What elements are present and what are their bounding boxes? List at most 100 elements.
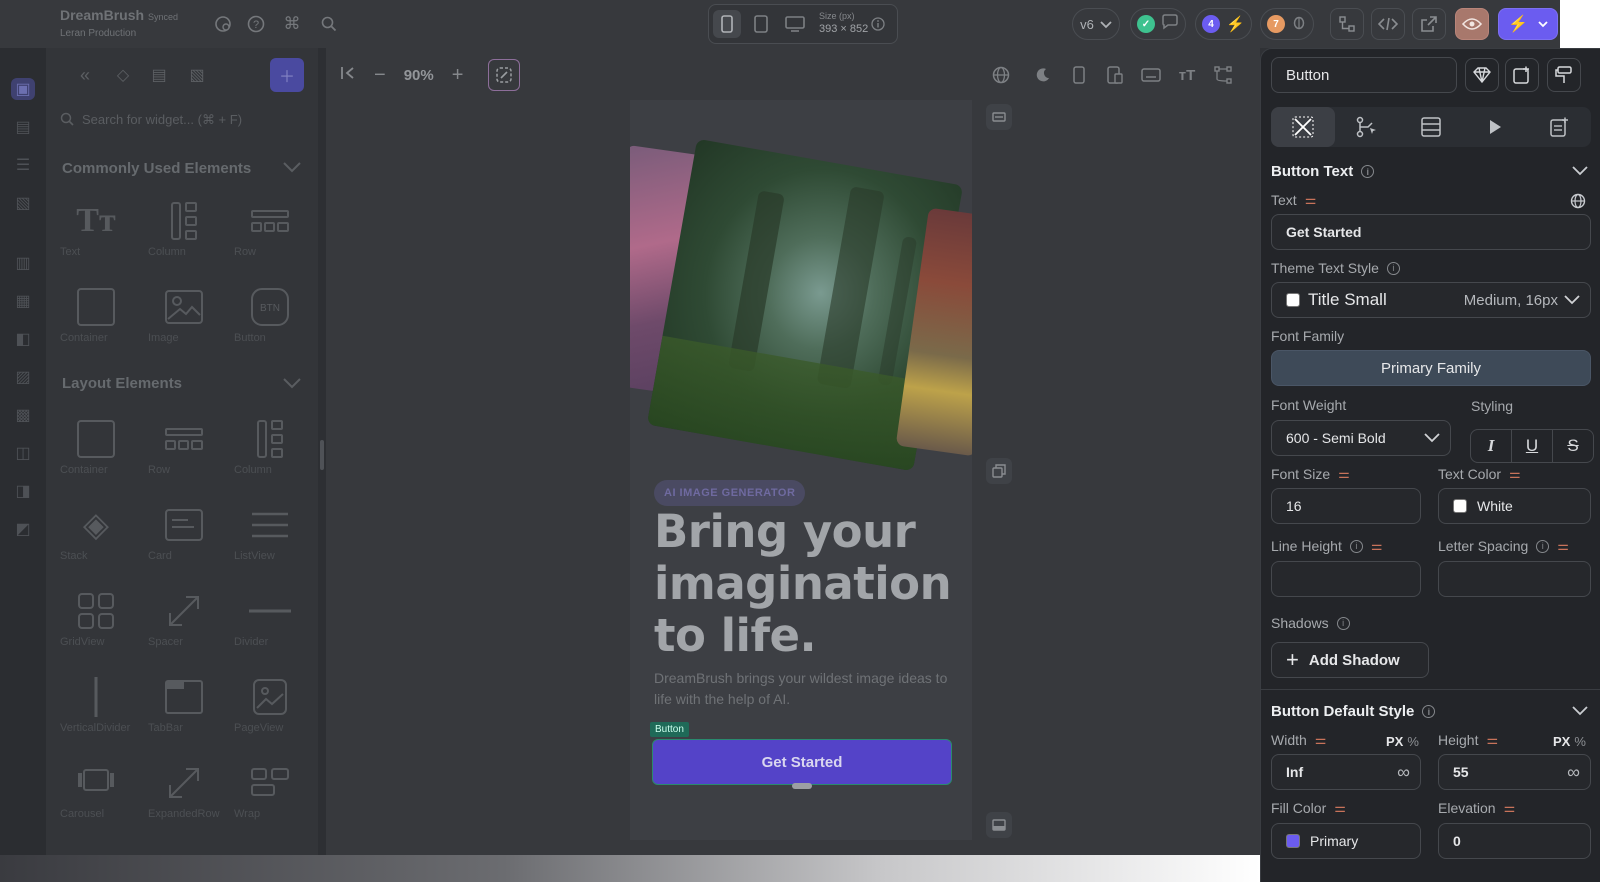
text-color-picker[interactable]: White	[1438, 488, 1591, 524]
components-gem-icon[interactable]: ◇	[110, 62, 136, 88]
add-page-icon[interactable]: ▤	[146, 62, 172, 88]
marketplace-icon[interactable]: ◩	[11, 518, 35, 540]
text-scale-icon[interactable]: тT	[1176, 64, 1198, 86]
widget-name-field[interactable]: Button	[1271, 57, 1457, 93]
agent-pill[interactable]: 4 ⚡	[1195, 8, 1252, 40]
backend-query-tab-icon[interactable]	[1399, 107, 1463, 147]
widget-row[interactable]: Row	[148, 416, 220, 476]
zoom-level[interactable]: 90%	[404, 67, 434, 84]
info-icon[interactable]: i	[1386, 261, 1400, 275]
library-icon[interactable]: ▩	[11, 404, 35, 426]
widget-tabbar[interactable]: TabBar	[148, 674, 220, 734]
project-brand[interactable]: DreamBrush Synced Leran Production	[60, 7, 178, 39]
appbar-toggle-icon[interactable]	[986, 104, 1012, 130]
documentation-tab-icon[interactable]	[1527, 107, 1591, 147]
widget-row[interactable]: Row	[234, 198, 306, 258]
add-widget-icon[interactable]	[1505, 58, 1539, 92]
tablet-device-icon[interactable]	[747, 10, 775, 38]
globe-icon[interactable]	[990, 64, 1012, 86]
collapse-left-icon[interactable]	[340, 66, 356, 85]
zoom-in-icon[interactable]: +	[452, 64, 464, 87]
chevron-down-icon[interactable]	[1572, 163, 1588, 181]
collapse-arrow-icon[interactable]: «	[72, 62, 98, 88]
widget-pageview[interactable]: PageView	[234, 674, 306, 734]
widget-listview[interactable]: ListView	[234, 502, 306, 562]
fill-color-picker[interactable]: Primary	[1271, 823, 1421, 859]
open-external-icon[interactable]	[1412, 8, 1446, 40]
translate-globe-icon[interactable]	[1570, 193, 1586, 214]
unit-percent[interactable]: %	[1574, 734, 1586, 749]
width-input[interactable]: Inf ∞	[1271, 754, 1421, 790]
widget-text[interactable]: Tт Text	[60, 198, 132, 258]
info-icon[interactable]: i	[1422, 705, 1436, 718]
variable-icon[interactable]: ⚌	[1509, 466, 1521, 482]
widget-divider[interactable]: Divider	[234, 588, 306, 648]
widget-gridview[interactable]: GridView	[60, 588, 132, 648]
format-paint-icon[interactable]	[1547, 58, 1581, 92]
widget-container[interactable]: Container	[60, 416, 132, 476]
unit-px[interactable]: PX	[1553, 734, 1570, 749]
widget-stack[interactable]: ◈ Stack	[60, 502, 132, 562]
widget-button[interactable]: BTN Button	[234, 284, 306, 344]
status-pill[interactable]: ✓	[1130, 8, 1186, 40]
letter-spacing-input[interactable]	[1438, 561, 1591, 597]
variable-icon[interactable]: ⚌	[1504, 800, 1516, 816]
line-height-input[interactable]	[1271, 561, 1421, 597]
variable-icon[interactable]: ⚌	[1315, 732, 1327, 748]
info-icon[interactable]: i	[1361, 165, 1375, 178]
branch-icon[interactable]	[1330, 8, 1364, 40]
pages-icon[interactable]: ▤	[11, 116, 35, 138]
widget-carousel[interactable]: Carousel	[60, 760, 132, 820]
hero-body[interactable]: DreamBrush brings your wildest image ide…	[654, 668, 954, 710]
widget-search-input[interactable]: Search for widget... (⌘ + F)	[60, 108, 300, 132]
settings-icon[interactable]: ▨	[11, 366, 35, 388]
media-icon[interactable]: ▧	[11, 192, 35, 214]
font-family-button[interactable]: Primary Family	[1271, 350, 1591, 386]
widget-spacer[interactable]: Spacer	[148, 588, 220, 648]
storyboard-icon[interactable]: ☰	[11, 154, 35, 176]
widget-expanded[interactable]: ExpandedRow	[148, 760, 220, 820]
font-size-input[interactable]: 16	[1271, 488, 1421, 524]
height-input[interactable]: 55 ∞	[1438, 754, 1591, 790]
responsive-icon[interactable]	[1104, 64, 1126, 86]
width-unit-toggle[interactable]: PX%	[1386, 734, 1419, 749]
brush-icon[interactable]: ▧	[184, 62, 210, 88]
strikethrough-icon[interactable]: S	[1553, 430, 1593, 462]
dark-mode-icon[interactable]	[1032, 64, 1054, 86]
height-unit-toggle[interactable]: PX%	[1553, 734, 1586, 749]
hero-headline[interactable]: Bring your imagination to life.	[654, 506, 954, 662]
button-text-section-title[interactable]: Button Text i	[1271, 163, 1375, 180]
font-weight-dropdown[interactable]: 600 - Semi Bold	[1271, 420, 1451, 456]
variable-icon[interactable]: ⚌	[1557, 538, 1569, 554]
add-shadow-button[interactable]: + Add Shadow	[1271, 642, 1429, 678]
widget-image[interactable]: Image	[148, 284, 220, 344]
widget-tree-icon[interactable]: ▣	[11, 78, 35, 100]
elevation-input[interactable]: 0	[1438, 823, 1591, 859]
command-icon[interactable]: ⌘	[279, 11, 305, 37]
team-icon[interactable]: ◫	[11, 442, 35, 464]
desktop-device-icon[interactable]	[781, 10, 809, 38]
data-icon[interactable]: ▥	[11, 252, 35, 274]
actions-tab-icon[interactable]	[1335, 107, 1399, 147]
chevron-down-icon[interactable]	[282, 160, 302, 178]
unit-percent[interactable]: %	[1407, 734, 1419, 749]
device-info-icon[interactable]	[867, 10, 889, 38]
widget-card[interactable]: Card	[148, 502, 220, 562]
text-input[interactable]: Get Started	[1271, 214, 1591, 250]
run-button[interactable]: ⚡	[1498, 8, 1558, 40]
button-default-style-title[interactable]: Button Default Style i	[1271, 703, 1436, 720]
panel-resize-handle[interactable]	[320, 440, 324, 470]
search-icon[interactable]	[316, 11, 342, 37]
info-icon[interactable]: i	[1336, 616, 1350, 630]
resize-handle[interactable]	[792, 783, 812, 789]
version-selector[interactable]: v6	[1072, 8, 1120, 40]
duplicate-icon[interactable]	[986, 458, 1012, 484]
variable-icon[interactable]: ⚌	[1486, 732, 1498, 748]
issues-pill[interactable]: 7	[1260, 8, 1314, 40]
get-started-button[interactable]: Get Started	[652, 739, 952, 785]
code-icon[interactable]	[1371, 8, 1405, 40]
widget-wrap[interactable]: Wrap	[234, 760, 306, 820]
widget-column[interactable]: Column	[148, 198, 220, 258]
assets-icon[interactable]: ◨	[11, 480, 35, 502]
ai-generate-icon[interactable]	[488, 59, 520, 91]
